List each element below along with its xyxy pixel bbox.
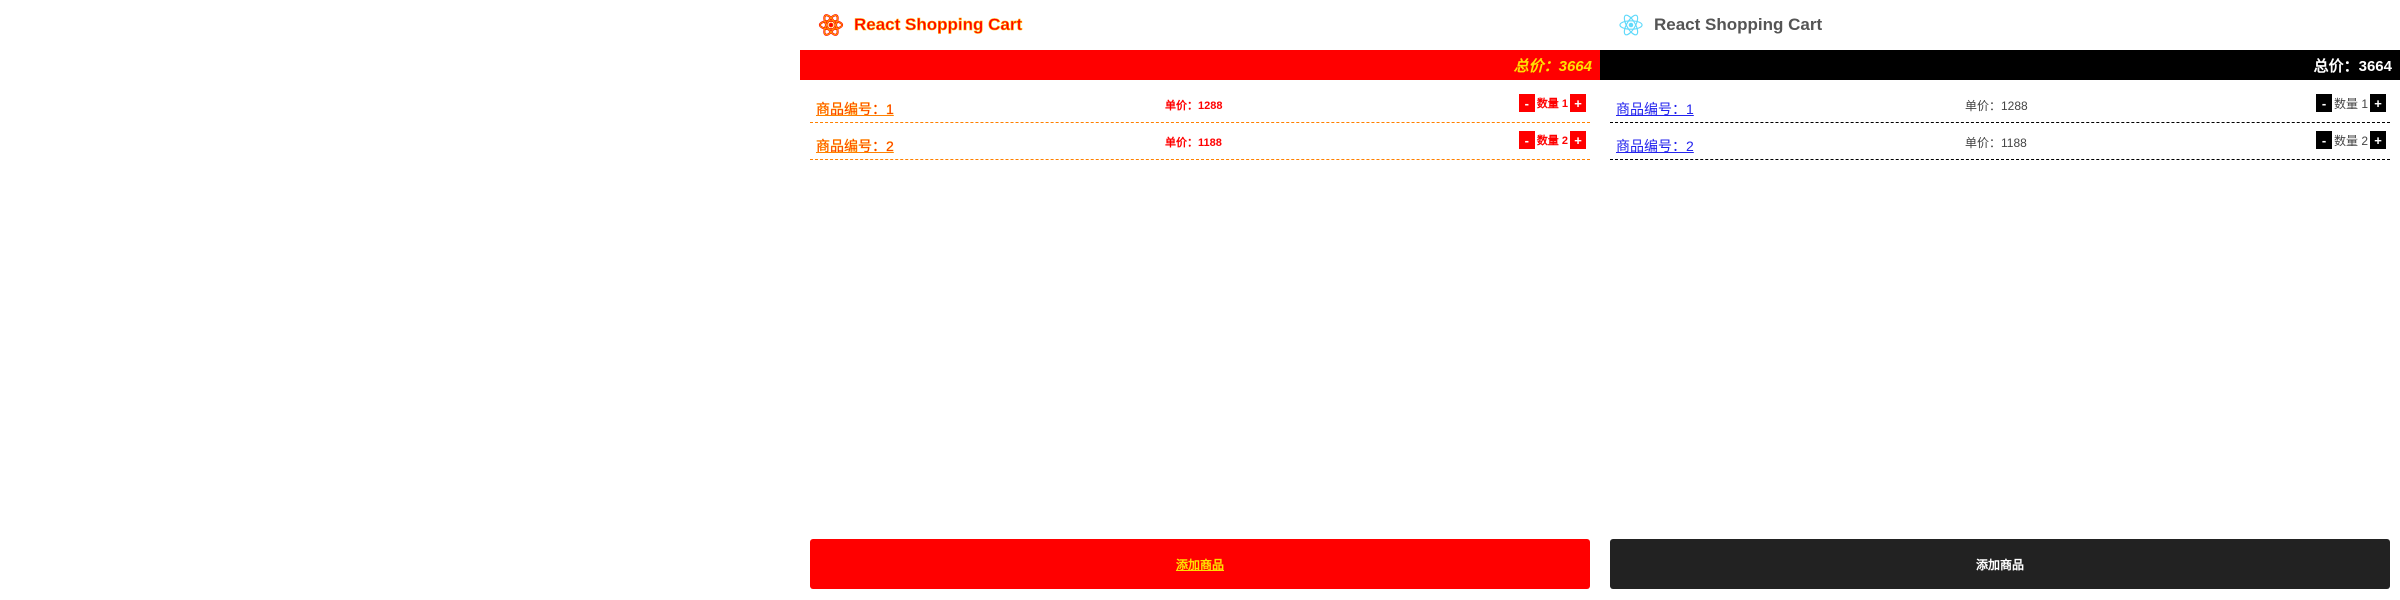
- item-price: 单价：1288: [1965, 99, 2028, 113]
- react-logo-icon: [1618, 12, 1644, 38]
- decrease-button[interactable]: -: [2315, 131, 2332, 149]
- quantity-stepper: - 数量 2 +: [2315, 131, 2386, 149]
- debug-cart-panel: React Shopping Cart 总价：3664 商品编号：1 单价：12…: [800, 0, 1600, 600]
- item-link[interactable]: 商品编号：1: [816, 99, 894, 119]
- quantity-label: 数量 1: [1536, 98, 1568, 110]
- decrease-button[interactable]: -: [1518, 94, 1535, 112]
- decrease-button[interactable]: -: [1518, 131, 1535, 149]
- total-price-bar: 总价：3664: [1600, 50, 2400, 80]
- quantity-stepper: - 数量 1 +: [2315, 94, 2386, 112]
- quantity-stepper: - 数量 2 +: [1518, 131, 1586, 149]
- cart-item-row: 商品编号：1 单价：1288 - 数量 1 +: [810, 86, 1590, 123]
- increase-button[interactable]: +: [1570, 94, 1586, 112]
- increase-button[interactable]: +: [2370, 94, 2386, 112]
- item-price: 单价：1188: [1165, 137, 1222, 149]
- increase-button[interactable]: +: [2370, 131, 2386, 149]
- quantity-label: 数量 1: [2333, 96, 2368, 111]
- app-header: React Shopping Cart: [1600, 0, 2400, 50]
- total-price: 总价：3664: [2313, 57, 2392, 75]
- normal-cart-panel: React Shopping Cart 总价：3664 商品编号：1 单价：12…: [1600, 0, 2400, 600]
- item-link[interactable]: 商品编号：2: [1616, 136, 1694, 156]
- cart-item-row: 商品编号：1 单价：1288 - 数量 1 +: [1610, 86, 2390, 123]
- item-price: 单价：1188: [1965, 136, 2027, 150]
- cart-list: 商品编号：1 单价：1288 - 数量 1 + 商品编号：2 单价：1188 -…: [810, 86, 1590, 160]
- app-header: React Shopping Cart: [800, 0, 1600, 50]
- app-title: React Shopping Cart: [1654, 15, 1823, 34]
- app-title: React Shopping Cart: [854, 15, 1023, 35]
- quantity-label: 数量 2: [1536, 135, 1568, 147]
- cart-item-row: 商品编号：2 单价：1188 - 数量 2 +: [810, 123, 1590, 160]
- item-price: 单价：1288: [1165, 100, 1223, 112]
- item-link[interactable]: 商品编号：2: [816, 136, 894, 156]
- increase-button[interactable]: +: [1570, 131, 1586, 149]
- add-product-button[interactable]: 添加商品: [810, 539, 1590, 589]
- total-price: 总价：3664: [1513, 57, 1592, 75]
- cart-item-row: 商品编号：2 单价：1188 - 数量 2 +: [1610, 123, 2390, 160]
- quantity-label: 数量 2: [2333, 133, 2368, 148]
- add-product-button[interactable]: 添加商品: [1610, 539, 2390, 589]
- decrease-button[interactable]: -: [2315, 94, 2332, 112]
- quantity-stepper: - 数量 1 +: [1518, 94, 1586, 112]
- cart-list: 商品编号：1 单价：1288 - 数量 1 + 商品编号：2 单价：1188 -…: [1610, 86, 2390, 160]
- react-logo-icon: [818, 12, 844, 38]
- total-price-bar: 总价：3664: [800, 50, 1600, 80]
- item-link[interactable]: 商品编号：1: [1616, 99, 1694, 119]
